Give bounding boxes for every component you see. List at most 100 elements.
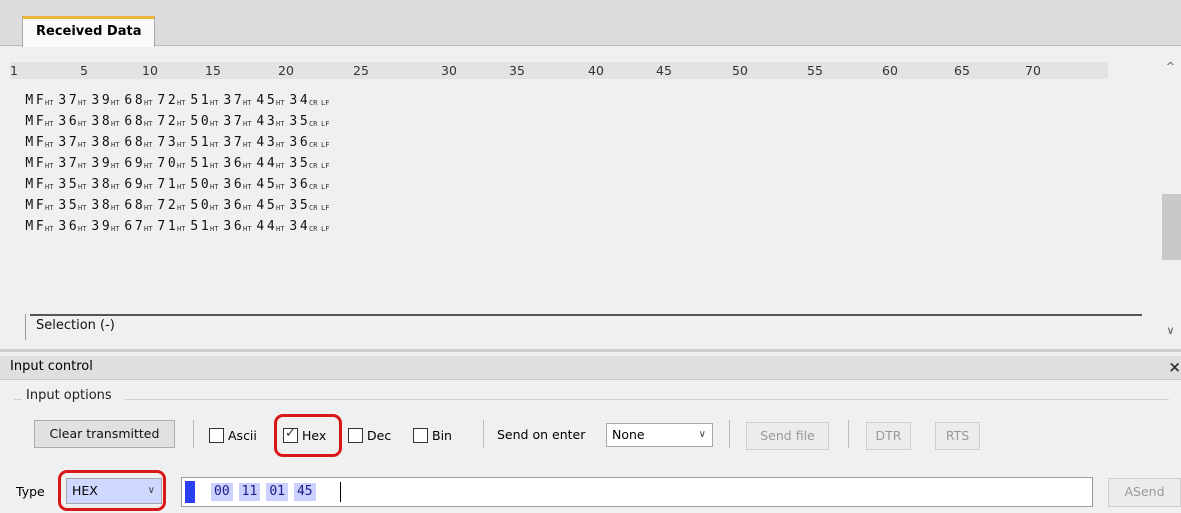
- char: 5: [266, 93, 275, 108]
- char: 3: [266, 114, 275, 129]
- column-ruler: 1 5 10 15 20 25 30 35 40 45 50 55 60 65 70: [10, 62, 1108, 79]
- char: 5: [190, 156, 199, 171]
- ruler-mark: 5: [80, 63, 88, 78]
- close-icon[interactable]: ×: [1168, 358, 1181, 376]
- char: 6: [233, 177, 242, 192]
- hex-input-field[interactable]: 00 11 01 45: [181, 477, 1093, 507]
- char: F: [35, 156, 44, 171]
- control-char: HT: [177, 204, 186, 212]
- char: 8: [101, 135, 110, 150]
- control-char: HT: [144, 99, 153, 107]
- char: 6: [124, 114, 133, 129]
- char: 5: [266, 177, 275, 192]
- char: 5: [266, 198, 275, 213]
- received-line: M FHT 3 7HT 3 9HT 6 8HT 7 2HT 5 1HT 3 7HT 4 5HT 3 4CR LF: [24, 90, 333, 111]
- control-char: HT: [177, 141, 186, 149]
- char: 3: [167, 135, 176, 150]
- char: 4: [256, 93, 265, 108]
- control-char: HT: [111, 99, 120, 107]
- control-char: HT: [45, 99, 54, 107]
- control-char: HT: [111, 141, 120, 149]
- char: 8: [134, 93, 143, 108]
- char: 7: [68, 135, 77, 150]
- control-char: HT: [243, 120, 252, 128]
- char: 4: [256, 114, 265, 129]
- control-char: HT: [243, 99, 252, 107]
- chevron-up-icon[interactable]: ^: [1160, 60, 1181, 73]
- vertical-scrollbar[interactable]: ^ ∨: [1160, 52, 1181, 347]
- received-line: M FHT 3 6HT 3 8HT 6 8HT 7 2HT 5 0HT 3 7HT 4 3HT 3 5CR LF: [24, 111, 333, 132]
- control-char: HT: [276, 162, 285, 170]
- bin-checkbox[interactable]: Bin: [413, 425, 452, 445]
- char: 5: [299, 198, 308, 213]
- control-char: HT: [111, 120, 120, 128]
- selection-status: Selection (-): [36, 318, 115, 333]
- char: M: [25, 156, 34, 171]
- received-data-tabstrip: Received Data: [0, 0, 1181, 47]
- hex-byte: 11: [238, 483, 261, 501]
- control-char: HT: [177, 120, 186, 128]
- char: 8: [134, 135, 143, 150]
- control-char: HT: [78, 162, 87, 170]
- rts-button[interactable]: RTS: [935, 422, 980, 450]
- chevron-down-icon[interactable]: ∨: [1160, 324, 1181, 337]
- received-line: M FHT 3 5HT 3 8HT 6 9HT 7 1HT 5 0HT 3 6HT 4 5HT 3 6CR LF: [24, 174, 333, 195]
- control-char: HT: [210, 225, 219, 233]
- char: 4: [256, 177, 265, 192]
- send-on-enter-value: None: [612, 427, 645, 442]
- char: 1: [200, 135, 209, 150]
- control-char: CR: [309, 204, 318, 212]
- char: 4: [256, 156, 265, 171]
- dec-checkbox[interactable]: Dec: [348, 425, 391, 445]
- char: 9: [101, 156, 110, 171]
- dtr-button[interactable]: DTR: [866, 422, 911, 450]
- control-char: HT: [78, 141, 87, 149]
- control-char: HT: [78, 183, 87, 191]
- char: 7: [134, 219, 143, 234]
- send-file-button[interactable]: Send file: [746, 422, 829, 450]
- control-char: CR: [309, 225, 318, 233]
- char: 0: [200, 114, 209, 129]
- scrollbar-thumb[interactable]: [1162, 194, 1181, 260]
- checkbox-box[interactable]: [348, 427, 363, 443]
- send-on-enter-select[interactable]: None ∨: [606, 423, 713, 447]
- char: 5: [190, 135, 199, 150]
- char: 7: [157, 156, 166, 171]
- char: 3: [58, 114, 67, 129]
- char: 3: [91, 135, 100, 150]
- char: 6: [124, 177, 133, 192]
- char: 6: [68, 219, 77, 234]
- checkbox-box[interactable]: [413, 427, 428, 443]
- group-frame-line: [125, 399, 1169, 400]
- control-char: HT: [45, 225, 54, 233]
- input-options-label: Input options: [26, 388, 112, 403]
- char: 6: [68, 114, 77, 129]
- control-char: LF: [321, 225, 330, 233]
- selection-divider-left: [25, 314, 26, 340]
- char: 9: [134, 177, 143, 192]
- char: 7: [68, 156, 77, 171]
- panel-splitter[interactable]: [0, 349, 1181, 352]
- char: 3: [289, 198, 298, 213]
- char: F: [35, 135, 44, 150]
- ascii-checkbox[interactable]: Ascii: [209, 425, 257, 445]
- char: M: [25, 219, 34, 234]
- control-char: HT: [243, 141, 252, 149]
- control-char: HT: [45, 162, 54, 170]
- tab-received-data[interactable]: Received Data: [22, 16, 156, 47]
- ruler-mark: 55: [807, 63, 823, 78]
- ruler-mark: 10: [142, 63, 158, 78]
- char: 9: [101, 93, 110, 108]
- char: 3: [58, 198, 67, 213]
- ruler-mark: 65: [954, 63, 970, 78]
- text-cursor: [340, 482, 341, 502]
- control-char: HT: [276, 141, 285, 149]
- char: 2: [167, 93, 176, 108]
- asend-button[interactable]: ASend: [1108, 478, 1181, 507]
- control-char: HT: [243, 183, 252, 191]
- checkbox-box[interactable]: [209, 427, 224, 443]
- char: 1: [167, 177, 176, 192]
- input-caret: [185, 481, 195, 503]
- clear-transmitted-button[interactable]: Clear transmitted: [34, 420, 175, 448]
- char: 3: [289, 177, 298, 192]
